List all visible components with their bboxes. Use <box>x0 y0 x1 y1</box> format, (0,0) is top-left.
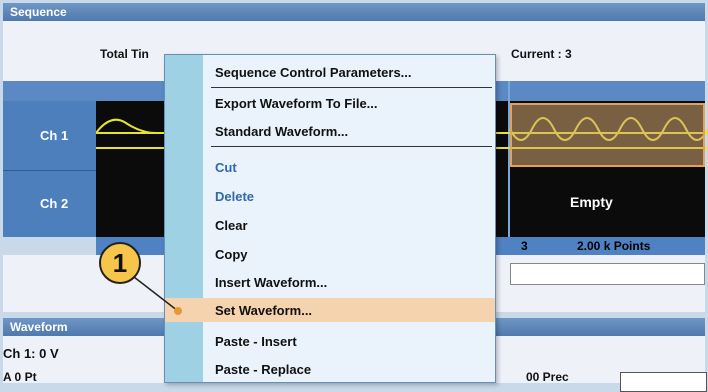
callout-dot <box>174 307 182 315</box>
callout-leader-line <box>133 276 179 312</box>
callout-number: 1 <box>99 242 141 284</box>
